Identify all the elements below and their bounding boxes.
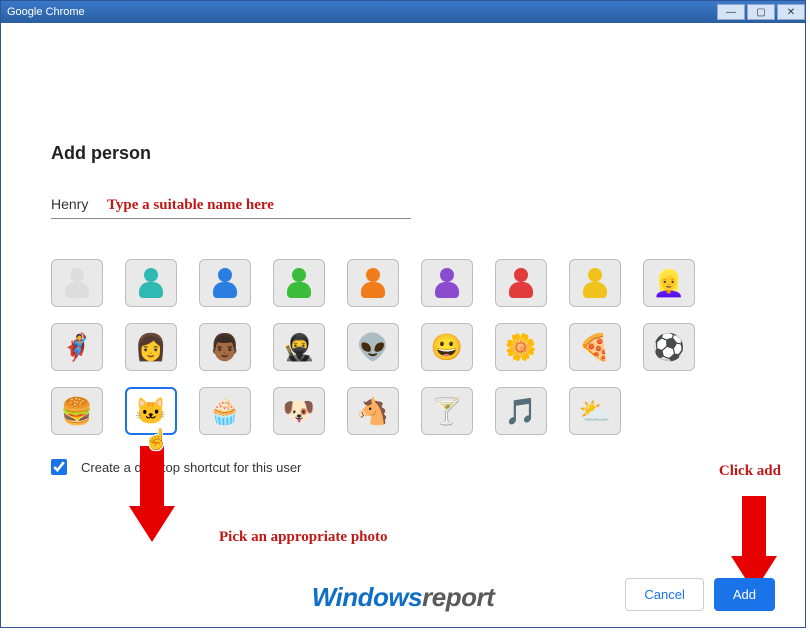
alien-icon: 👽 xyxy=(357,332,389,363)
avatar-male-dark[interactable]: 👨🏾 xyxy=(199,323,251,371)
avatar-silhouette-white[interactable] xyxy=(51,259,103,307)
sun-cloud-icon: ⛅ xyxy=(579,396,611,427)
flower-icon: 🌼 xyxy=(505,332,537,363)
person-name-input[interactable] xyxy=(51,196,107,212)
avatar-female-sunglasses[interactable]: 👩 xyxy=(125,323,177,371)
silhouette-icon xyxy=(361,268,385,298)
chrome-window: Google Chrome — ▢ ✕ Add person Type a su… xyxy=(0,0,806,628)
silhouette-icon xyxy=(435,268,459,298)
smiley-icon: 😀 xyxy=(431,332,463,363)
silhouette-icon xyxy=(139,268,163,298)
dialog-footer: Cancel Add xyxy=(1,578,805,611)
avatar-silhouette-orange[interactable] xyxy=(347,259,399,307)
maximize-button[interactable]: ▢ xyxy=(747,4,775,20)
music-note-icon: 🎵 xyxy=(505,396,537,427)
titlebar[interactable]: Google Chrome — ▢ ✕ xyxy=(1,1,805,23)
avatar-smiley[interactable]: 😀 xyxy=(421,323,473,371)
silhouette-icon xyxy=(65,268,89,298)
female-blonde-icon: 👱‍♀️ xyxy=(653,268,685,299)
soccer-ball-icon: ⚽ xyxy=(653,332,685,363)
avatar-horse[interactable]: 🐴 xyxy=(347,387,399,435)
dog-icon: 🐶 xyxy=(283,396,315,427)
avatar-dog[interactable]: 🐶 xyxy=(273,387,325,435)
annotation-arrow-pick xyxy=(129,446,175,556)
avatar-silhouette-purple[interactable] xyxy=(421,259,473,307)
annotation-name-hint: Type a suitable name here xyxy=(107,197,274,214)
horse-icon: 🐴 xyxy=(357,396,389,427)
avatar-grid: 👱‍♀️ 🦸 👩 👨🏾 🥷 👽 😀 🌼 🍕 ⚽ 🍔 🐱 🧁 🐶 🐴 🍸 🎵 ⛅ xyxy=(51,259,755,435)
annotation-click-add: Click add xyxy=(719,463,781,480)
dialog-content: Add person Type a suitable name here 👱‍♀… xyxy=(1,23,805,475)
avatar-soccer-ball[interactable]: ⚽ xyxy=(643,323,695,371)
avatar-silhouette-red[interactable] xyxy=(495,259,547,307)
ninja-icon: 🥷 xyxy=(283,332,315,363)
avatar-pizza[interactable]: 🍕 xyxy=(569,323,621,371)
avatar-sun-cloud[interactable]: ⛅ xyxy=(569,387,621,435)
avatar-hero[interactable]: 🦸 xyxy=(51,323,103,371)
shortcut-checkbox-label: Create a desktop shortcut for this user xyxy=(81,460,301,475)
add-button[interactable]: Add xyxy=(714,578,775,611)
pizza-icon: 🍕 xyxy=(579,332,611,363)
button-row: Cancel Add xyxy=(625,578,775,611)
silhouette-icon xyxy=(509,268,533,298)
window-title: Google Chrome xyxy=(7,6,85,18)
dialog-heading: Add person xyxy=(51,143,755,164)
avatar-cocktail[interactable]: 🍸 xyxy=(421,387,473,435)
window-controls: — ▢ ✕ xyxy=(715,4,805,20)
silhouette-icon xyxy=(287,268,311,298)
close-button[interactable]: ✕ xyxy=(777,4,805,20)
avatar-alien[interactable]: 👽 xyxy=(347,323,399,371)
female-sunglasses-icon: 👩 xyxy=(135,332,167,363)
avatar-silhouette-yellow[interactable] xyxy=(569,259,621,307)
avatar-music-note[interactable]: 🎵 xyxy=(495,387,547,435)
avatar-ninja[interactable]: 🥷 xyxy=(273,323,325,371)
avatar-silhouette-blue[interactable] xyxy=(199,259,251,307)
cocktail-icon: 🍸 xyxy=(431,396,463,427)
avatar-female-blonde[interactable]: 👱‍♀️ xyxy=(643,259,695,307)
avatar-flower[interactable]: 🌼 xyxy=(495,323,547,371)
avatar-silhouette-teal[interactable] xyxy=(125,259,177,307)
cancel-button[interactable]: Cancel xyxy=(625,578,703,611)
male-dark-icon: 👨🏾 xyxy=(209,332,241,363)
minimize-button[interactable]: — xyxy=(717,4,745,20)
hero-icon: 🦸 xyxy=(61,332,93,363)
cupcake-icon: 🧁 xyxy=(209,396,241,427)
cursor-hand-icon: ☝️ xyxy=(144,427,169,452)
burger-icon: 🍔 xyxy=(61,396,93,427)
avatar-silhouette-green[interactable] xyxy=(273,259,325,307)
avatar-cupcake[interactable]: 🧁 xyxy=(199,387,251,435)
shortcut-checkbox[interactable] xyxy=(51,459,67,475)
avatar-burger[interactable]: 🍔 xyxy=(51,387,103,435)
silhouette-icon xyxy=(213,268,237,298)
name-field-row: Type a suitable name here xyxy=(51,196,411,219)
cat-icon: 🐱 xyxy=(135,396,167,427)
silhouette-icon xyxy=(583,268,607,298)
annotation-pick-photo: Pick an appropriate photo xyxy=(219,529,388,546)
